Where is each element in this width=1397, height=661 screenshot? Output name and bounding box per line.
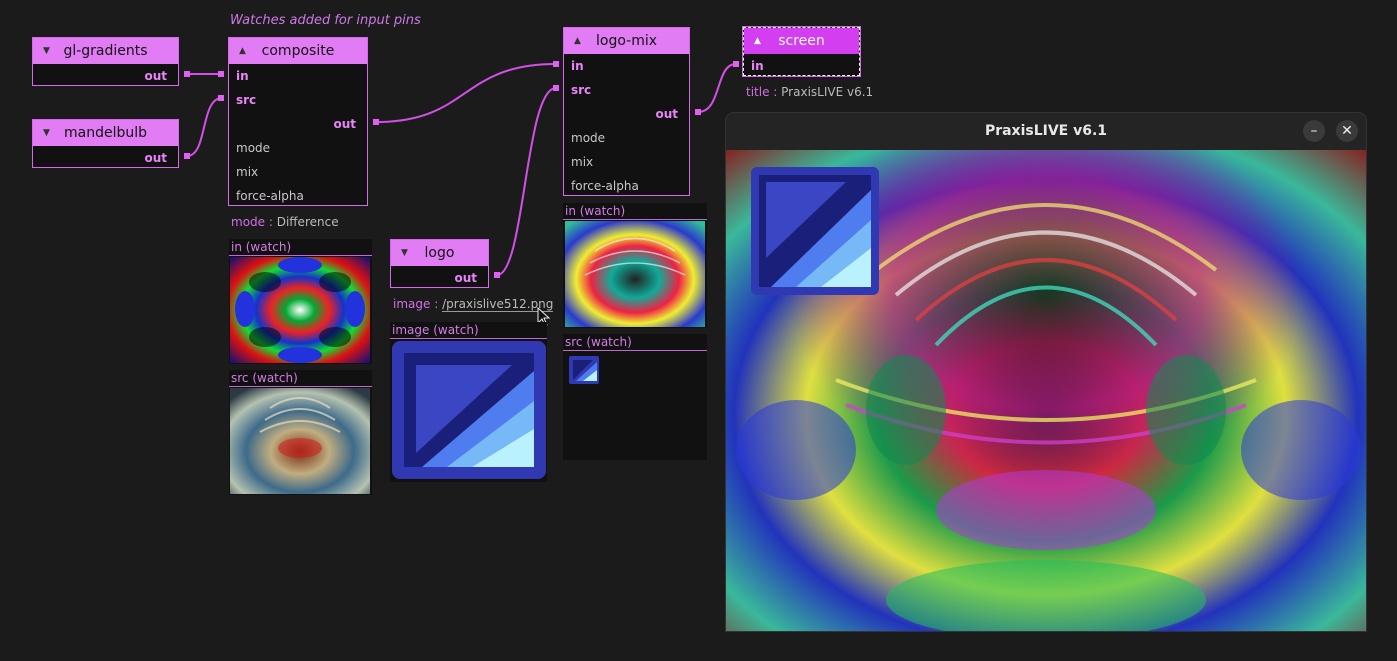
composite-mode-label[interactable]: mode : Difference: [231, 215, 339, 229]
collapse-icon[interactable]: ▼: [43, 120, 50, 146]
watch-logo-image: image (watch): [390, 322, 547, 482]
node-title: composite: [261, 43, 335, 59]
port-src[interactable]: [553, 85, 559, 91]
praxis-logo-overlay: [751, 167, 879, 295]
watch-composite-src: src (watch): [229, 370, 372, 495]
wire-logo-out-to-logomix-src: [496, 87, 557, 276]
prop-mode[interactable]: mode: [229, 136, 367, 160]
pin-out[interactable]: out: [391, 266, 488, 290]
minimize-button[interactable]: –: [1303, 120, 1325, 142]
node-header[interactable]: ▼ logo: [391, 240, 488, 266]
prop-mix[interactable]: mix: [564, 150, 689, 174]
watch-title: in (watch): [229, 239, 372, 256]
node-screen[interactable]: ▲ screen in: [742, 26, 861, 78]
watch-title: image (watch): [390, 322, 547, 339]
praxis-logo-image: [392, 341, 546, 479]
node-title: screen: [778, 33, 825, 49]
pin-out[interactable]: out: [564, 102, 689, 126]
pin-out[interactable]: out: [33, 64, 178, 88]
screen-title-property[interactable]: title : PraxisLIVE v6.1: [746, 85, 873, 99]
node-header[interactable]: ▲ screen: [744, 28, 859, 54]
logo-thumbnail: [569, 356, 599, 384]
node-header[interactable]: ▲ composite: [229, 38, 367, 64]
watch-title: in (watch): [563, 203, 707, 220]
expand-icon[interactable]: ▲: [239, 38, 246, 64]
watch-image: [230, 388, 370, 494]
pin-out[interactable]: out: [33, 146, 178, 170]
wire-mandelbulb-to-composite-src: [186, 97, 223, 157]
node-title: logo-mix: [595, 33, 658, 49]
node-title: mandelbulb: [63, 125, 147, 141]
output-window[interactable]: PraxisLIVE v6.1 – ✕: [726, 113, 1366, 631]
node-mandelbulb[interactable]: ▼ mandelbulb out: [32, 119, 179, 168]
watch-title: src (watch): [229, 370, 372, 387]
node-gl-gradients[interactable]: ▼ gl-gradients out: [32, 37, 179, 86]
render-output: [726, 150, 1366, 631]
node-logo-mix[interactable]: ▲ logo-mix in src out mode mix force-alp…: [563, 27, 690, 196]
watch-logo-mix-in: in (watch): [563, 203, 707, 328]
watch-composite-in: in (watch): [229, 239, 372, 364]
watch-image: [230, 257, 370, 363]
watch-image: [565, 221, 705, 327]
port-in[interactable]: [218, 71, 224, 77]
port-out[interactable]: [494, 272, 500, 278]
port-out[interactable]: [373, 119, 379, 125]
node-header[interactable]: ▼ gl-gradients: [33, 38, 178, 64]
node-title: logo: [424, 245, 455, 261]
window-title: PraxisLIVE v6.1: [984, 123, 1108, 139]
collapse-icon[interactable]: ▼: [43, 38, 50, 64]
port-out[interactable]: [184, 71, 190, 77]
node-composite[interactable]: ▲ composite in src out mode mix force-al…: [228, 37, 368, 206]
pin-src[interactable]: src: [229, 88, 367, 112]
node-title: gl-gradients: [63, 43, 148, 59]
node-header[interactable]: ▲ logo-mix: [564, 28, 689, 54]
port-src[interactable]: [218, 95, 224, 101]
port-in[interactable]: [553, 61, 559, 67]
pin-in[interactable]: in: [564, 54, 689, 78]
port-out[interactable]: [184, 153, 190, 159]
logo-image-property[interactable]: image : /praxislive512.png: [393, 297, 554, 312]
pin-out[interactable]: out: [229, 112, 367, 136]
collapse-icon[interactable]: ▼: [401, 240, 408, 266]
pin-src[interactable]: src: [564, 78, 689, 102]
wire-logomix-out-to-screen-in: [697, 63, 737, 113]
close-button[interactable]: ✕: [1336, 120, 1358, 142]
expand-icon[interactable]: ▲: [754, 28, 761, 54]
prop-force-alpha[interactable]: force-alpha: [229, 184, 367, 208]
prop-mix[interactable]: mix: [229, 160, 367, 184]
pin-in[interactable]: in: [744, 54, 859, 78]
wire-composite-out-to-logomix-in: [375, 63, 557, 123]
prop-mode[interactable]: mode: [564, 126, 689, 150]
port-out[interactable]: [695, 109, 701, 115]
watch-title: src (watch): [563, 334, 707, 351]
annotation-text: Watches added for input pins: [230, 13, 421, 28]
watch-logo-mix-src: src (watch): [563, 334, 707, 460]
pin-in[interactable]: in: [229, 64, 367, 88]
port-in[interactable]: [733, 61, 739, 67]
prop-force-alpha[interactable]: force-alpha: [564, 174, 689, 198]
node-logo[interactable]: ▼ logo out: [390, 239, 489, 288]
node-header[interactable]: ▼ mandelbulb: [33, 120, 178, 146]
expand-icon[interactable]: ▲: [574, 28, 581, 54]
